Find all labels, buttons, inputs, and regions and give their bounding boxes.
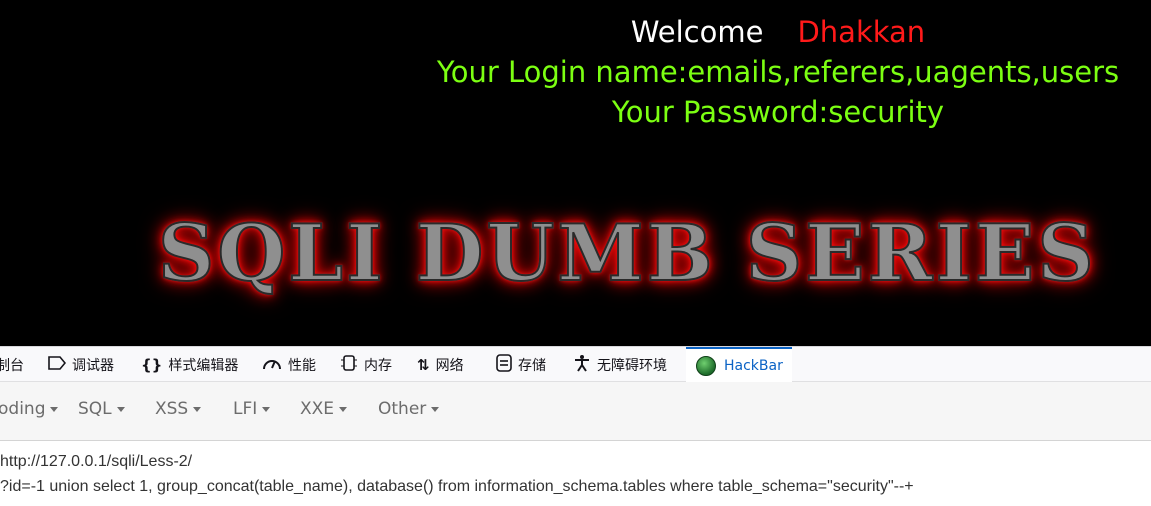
chevron-down-icon: [262, 406, 271, 412]
chevron-down-icon: [116, 406, 125, 412]
url-line-query: ?id=-1 union select 1, group_concat(tabl…: [0, 478, 914, 495]
debugger-icon: [48, 355, 67, 374]
tab-label: 调试器: [72, 357, 114, 374]
welcome-username: Dhakkan: [797, 15, 926, 49]
tab-label: 网络: [435, 357, 464, 374]
password-line: Your Password:security: [611, 95, 945, 129]
hackbar-url-textarea[interactable]: http://127.0.0.1/sqli/Less-2/ ?id=-1 uni…: [0, 441, 1151, 506]
xss-menu[interactable]: XSS: [155, 399, 202, 419]
login-name-line: Your Login name:emails,referers,uagents,…: [436, 55, 1120, 89]
memory-icon: [340, 354, 358, 376]
menu-label: LFI: [233, 399, 258, 419]
storage-icon: [496, 353, 512, 376]
menu-label: Other: [378, 399, 427, 419]
xxe-menu[interactable]: XXE: [300, 399, 348, 419]
devtools-tab-bar: 制台 调试器 {} 样式编辑器 性能 内存 ⇅ 网络 存储 无障碍环境 Hack…: [0, 346, 1151, 382]
chevron-down-icon: [193, 406, 202, 412]
tab-debugger[interactable]: 调试器: [48, 347, 114, 382]
tab-performance[interactable]: 性能: [262, 347, 316, 382]
tab-label: 内存: [364, 357, 392, 374]
tab-label: 存储: [518, 357, 546, 374]
accessibility-icon: [573, 354, 591, 376]
tab-label: 性能: [288, 357, 316, 374]
tab-label: 样式编辑器: [168, 357, 239, 374]
hackbar-toolbar: oding SQL XSS LFI XXE Other: [0, 382, 1151, 441]
menu-label: XXE: [300, 399, 335, 419]
menu-label: XSS: [155, 399, 189, 419]
tab-memory[interactable]: 内存: [340, 347, 392, 382]
welcome-line: Welcome Dhakkan: [0, 14, 1151, 50]
webpage-viewport: Welcome Dhakkan Your Login name:emails,re…: [0, 0, 1151, 346]
chevron-down-icon: [431, 406, 440, 412]
tab-accessibility[interactable]: 无障碍环境: [573, 347, 667, 382]
tab-label: 制台: [0, 357, 24, 374]
url-line-base: http://127.0.0.1/sqli/Less-2/: [0, 453, 193, 470]
style-editor-icon: {}: [141, 355, 163, 374]
tab-network[interactable]: ⇅ 网络: [417, 347, 464, 382]
tab-label: 无障碍环境: [597, 357, 667, 374]
tab-label: HackBar: [724, 357, 783, 374]
sqli-banner-logo: SQLI DUMB SERIES: [157, 206, 1097, 302]
lfi-menu[interactable]: LFI: [233, 399, 271, 419]
encoding-menu[interactable]: oding: [0, 399, 59, 419]
sql-menu[interactable]: SQL: [78, 399, 125, 419]
menu-label: SQL: [78, 399, 112, 419]
network-icon: ⇅: [417, 355, 430, 374]
tab-hackbar[interactable]: HackBar: [686, 347, 792, 382]
performance-icon: [262, 355, 282, 375]
menu-label: oding: [0, 399, 46, 419]
hackbar-icon: [696, 355, 716, 376]
chevron-down-icon: [339, 406, 348, 412]
tab-style-editor[interactable]: {} 样式编辑器: [141, 347, 238, 382]
other-menu[interactable]: Other: [378, 399, 440, 419]
welcome-label: Welcome: [630, 15, 764, 49]
tab-console[interactable]: 制台: [0, 347, 24, 382]
chevron-down-icon: [50, 406, 59, 412]
tab-storage[interactable]: 存储: [496, 347, 546, 382]
